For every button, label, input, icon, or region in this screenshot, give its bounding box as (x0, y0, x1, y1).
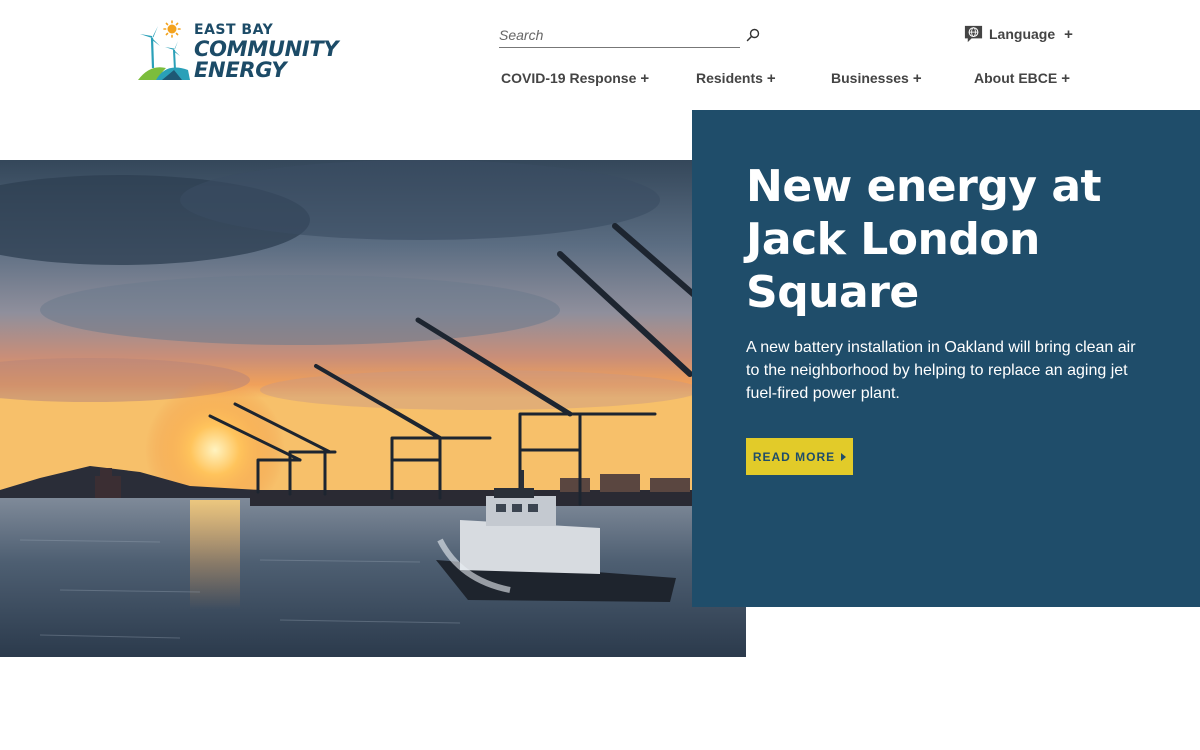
nav-expand-icon: + (766, 69, 776, 87)
nav-item-label: Businesses (831, 70, 909, 86)
nav-item-about-ebce[interactable]: About EBCE + (974, 66, 1070, 90)
globe-speech-icon (964, 25, 983, 42)
nav-item-label: About EBCE (974, 70, 1058, 86)
read-more-label: READ MORE (752, 449, 836, 464)
language-expand-icon: + (1064, 25, 1073, 43)
hero-title: New energy at Jack London Square (746, 161, 1102, 318)
nav-item-residents[interactable]: Residents + (696, 66, 776, 90)
nav-item-label: Residents (696, 70, 763, 86)
ebce-logo[interactable]: EAST BAY COMMUNITY ENERGY (136, 20, 339, 86)
logo-line-community: COMMUNITY (194, 37, 339, 61)
search-input[interactable] (499, 22, 740, 48)
logo-wordmark: EAST BAY COMMUNITY ENERGY (194, 22, 339, 82)
logo-line-energy: ENERGY (194, 58, 287, 82)
nav-expand-icon: + (912, 69, 922, 87)
read-more-button[interactable]: READ MORE (746, 438, 853, 475)
nav-item-businesses[interactable]: Businesses + (831, 66, 922, 90)
port-cranes-sunset-illustration (0, 160, 746, 657)
hero-photo-port-sunset (0, 160, 746, 657)
nav-item-label: COVID-19 Response (501, 70, 637, 86)
hero-feature-panel: New energy at Jack London Square A new b… (692, 110, 1200, 607)
search-form (499, 22, 761, 48)
nav-expand-icon: + (1061, 69, 1070, 87)
nav-item-covid-19-response[interactable]: COVID-19 Response + (501, 66, 649, 90)
logo-line-east-bay: EAST BAY (194, 22, 274, 38)
nav-expand-icon: + (640, 69, 650, 87)
wind-turbine-sun-logo-icon (138, 20, 190, 80)
search-button[interactable] (745, 27, 761, 43)
search-icon (746, 28, 760, 42)
caret-right-icon (841, 452, 847, 461)
hero-description: A new battery installation in Oakland wi… (746, 339, 1136, 402)
language-label: Language (989, 26, 1056, 42)
language-selector[interactable]: Language + (963, 23, 1073, 45)
